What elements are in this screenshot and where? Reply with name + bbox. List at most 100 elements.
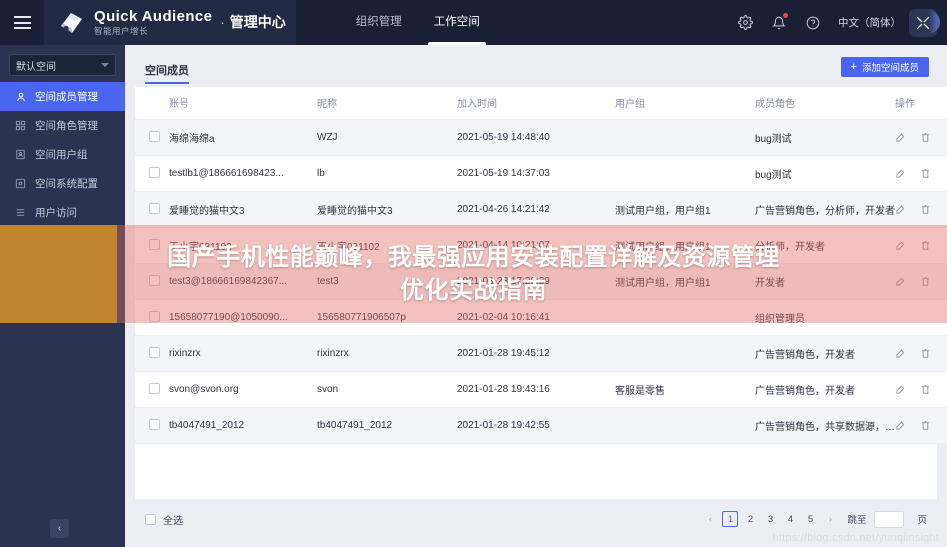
sidebar-collapse-button[interactable]: ‹ [50, 519, 69, 538]
pagination-page-3[interactable]: 3 [762, 511, 778, 527]
select-all-checkbox[interactable] [145, 513, 156, 525]
pagination-page-2[interactable]: 2 [742, 511, 758, 527]
avatar[interactable] [909, 8, 940, 37]
panel-header: 空间成员 + 添加空间成员 [135, 53, 937, 87]
row-checkbox-cell[interactable] [135, 407, 169, 444]
pagination-prev[interactable]: ‹ [702, 511, 718, 527]
sidebar-item-label: 空间角色管理 [35, 120, 98, 132]
row-checkbox[interactable] [149, 131, 160, 143]
cell-user-group: 测试用户组，用户组1 [615, 227, 755, 264]
row-checkbox-cell[interactable] [135, 335, 169, 372]
add-space-member-button[interactable]: + 添加空间成员 [840, 57, 929, 77]
avatar-highlight [928, 9, 940, 34]
row-checkbox-cell[interactable] [135, 371, 169, 408]
cell-operations [895, 407, 947, 444]
row-checkbox-cell[interactable] [135, 263, 169, 300]
sidebar-item-space-members[interactable]: 空间成员管理 [0, 82, 125, 111]
row-checkbox[interactable] [149, 203, 160, 215]
row-checkbox-cell[interactable] [135, 227, 169, 264]
cell-join-time: 2021-05-19 14:48:40 [457, 119, 615, 156]
brand-subtitle: 智能用户增长 [94, 25, 149, 36]
console-title: 管理中心 [229, 14, 286, 30]
cell-role: 广告营销角色，共享数据源，开发者 [755, 407, 895, 444]
pagination-page-4[interactable]: 4 [782, 511, 798, 527]
pagination-next[interactable]: › [822, 511, 838, 527]
bell-icon[interactable] [766, 10, 792, 36]
cell-role: 开发者 [755, 263, 895, 300]
row-checkbox-cell[interactable] [135, 191, 169, 228]
tab-workspace[interactable]: 工作空间 [418, 0, 496, 45]
column-header-join-time: 加入时间 [457, 87, 615, 120]
edit-icon[interactable] [895, 348, 906, 359]
top-nav: 组织管理 工作空间 [340, 0, 496, 45]
cell-nickname: rixinzrx [317, 335, 457, 372]
sidebar-item-user-access[interactable]: 用户访问 [0, 198, 125, 227]
tab-organization-management[interactable]: 组织管理 [340, 0, 418, 45]
help-icon[interactable] [800, 10, 826, 36]
cell-user-group: 客服是零售 [615, 371, 755, 408]
table-row[interactable]: tb4047491_2012 tb4047491_2012 2021-01-28 1… [135, 407, 947, 444]
brand-separator: · [220, 15, 225, 30]
table-row[interactable]: svon@svon.org svon 2021-01-28 19:43:16 客服是零… [135, 371, 947, 408]
row-checkbox[interactable] [149, 275, 160, 287]
sidebar-item-space-roles[interactable]: 空间角色管理 [0, 111, 125, 140]
delete-icon[interactable] [920, 420, 931, 431]
row-checkbox[interactable] [149, 239, 160, 251]
select-all-control[interactable]: 全选 [145, 512, 183, 527]
notification-badge [783, 12, 788, 18]
sidebar-item-space-system-config[interactable]: 空间系统配置 [0, 169, 125, 198]
table-row[interactable]: 王小宇031102 王小宇031102 2021-04-14 10:21:07 测试用… [135, 227, 947, 264]
table-row[interactable]: testlb1@186661698423... lb 2021-05-19 14:3… [135, 155, 947, 192]
gear-icon[interactable] [732, 10, 758, 36]
cell-account: 爱睡觉的猫中文3 [169, 191, 317, 228]
delete-icon[interactable] [920, 204, 931, 215]
cell-nickname: WZJ [317, 119, 457, 156]
delete-icon[interactable] [920, 348, 931, 359]
tab-space-members[interactable]: 空间成员 [145, 62, 189, 84]
edit-icon[interactable] [895, 276, 906, 287]
delete-icon[interactable] [920, 276, 931, 287]
cell-role: 分析师，开发者 [755, 227, 895, 264]
row-checkbox[interactable] [149, 383, 160, 395]
delete-icon[interactable] [920, 132, 931, 143]
cell-user-group [615, 335, 755, 372]
pagination-jump-input[interactable] [874, 510, 905, 528]
edit-icon[interactable] [895, 204, 906, 215]
delete-icon[interactable] [920, 168, 931, 179]
row-checkbox-cell[interactable] [135, 119, 169, 156]
edit-icon[interactable] [895, 384, 906, 395]
delete-icon[interactable] [920, 240, 931, 251]
column-header-user-group: 用户组 [615, 87, 755, 120]
pagination-page-1[interactable]: 1 [722, 511, 739, 527]
row-checkbox-cell[interactable] [135, 299, 169, 336]
pagination: ‹ 1 2 3 4 5 › 跳至 页 [702, 510, 927, 528]
edit-icon[interactable] [895, 420, 906, 431]
menu-toggle-button[interactable] [0, 0, 44, 45]
edit-icon[interactable] [895, 240, 906, 251]
row-checkbox[interactable] [149, 311, 160, 323]
row-checkbox[interactable] [149, 347, 160, 359]
table-row[interactable]: rixinzrx rixinzrx 2021-01-28 19:45:12 广告营销角… [135, 335, 947, 372]
row-checkbox-cell[interactable] [135, 155, 169, 192]
cell-operations [895, 371, 947, 408]
column-header-account: 账号 [169, 87, 317, 120]
table-row[interactable]: 15658077190@1050090... 156580771906507p 20… [135, 299, 947, 336]
space-selector[interactable]: 默认空间 [9, 54, 116, 76]
cell-account: testlb1@186661698423... [169, 155, 317, 192]
sidebar-item-space-user-groups[interactable]: 空间用户组 [0, 140, 125, 169]
table-row[interactable]: 爱睡觉的猫中文3 爱睡觉的猫中文3 2021-04-26 14:21:42 测试用户组… [135, 191, 947, 228]
edit-icon[interactable] [895, 132, 906, 143]
brand-area[interactable]: Quick Audience 智能用户增长 · 管理中心 [44, 0, 296, 45]
cell-join-time: 2021-01-28 19:45:12 [457, 335, 615, 372]
sidebar-item-label: 用户访问 [35, 207, 77, 219]
table-row[interactable]: 海绵海绵a WZJ 2021-05-19 14:48:40 bug测试 [135, 119, 947, 156]
row-checkbox[interactable] [149, 419, 160, 431]
delete-icon[interactable] [920, 384, 931, 395]
cell-nickname: tb4047491_2012 [317, 407, 457, 444]
language-selector[interactable]: 中文（简体） [838, 15, 901, 30]
edit-icon[interactable] [895, 168, 906, 179]
table-row[interactable]: test3@18666169842367... test3 2021-03-23 1… [135, 263, 947, 300]
pagination-page-5[interactable]: 5 [802, 511, 818, 527]
cell-join-time: 2021-01-28 19:42:55 [457, 407, 615, 444]
row-checkbox[interactable] [149, 167, 160, 179]
